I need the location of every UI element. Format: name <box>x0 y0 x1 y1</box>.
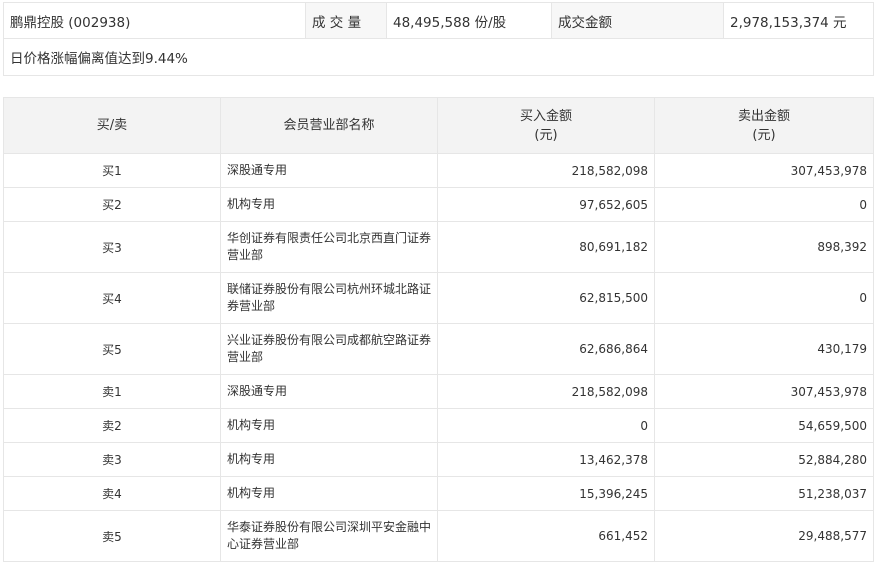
volume-value: 48,495,588 份/股 <box>386 2 552 39</box>
table-row: 买1 深股通专用 218,582,098 307,453,978 <box>3 153 874 188</box>
side-cell: 卖5 <box>3 510 221 562</box>
buy-amount-cell: 13,462,378 <box>437 442 655 477</box>
stock-name: 鹏鼎控股 (002938) <box>3 2 306 39</box>
buy-amount-cell: 15,396,245 <box>437 476 655 511</box>
table-row: 卖5 华泰证券股份有限公司深圳平安金融中心证券营业部 661,452 29,488,5… <box>3 510 874 562</box>
table-header-row: 买/卖 会员营业部名称 买入金额 (元) 卖出金额 (元) <box>3 97 874 154</box>
header-side: 买/卖 <box>3 97 221 154</box>
branch-name-cell: 机构专用 <box>220 187 438 222</box>
table-row: 卖4 机构专用 15,396,245 51,238,037 <box>3 476 874 511</box>
branch-name-cell: 华创证券有限责任公司北京西直门证券营业部 <box>220 221 438 273</box>
side-cell: 买3 <box>3 221 221 273</box>
branch-name-cell: 深股通专用 <box>220 374 438 409</box>
sell-amount-cell: 54,659,500 <box>654 408 874 443</box>
side-cell: 卖3 <box>3 442 221 477</box>
sell-amount-cell: 29,488,577 <box>654 510 874 562</box>
sell-amount-cell: 898,392 <box>654 221 874 273</box>
table-row: 买3 华创证券有限责任公司北京西直门证券营业部 80,691,182 898,392 <box>3 221 874 273</box>
header-sell-unit: (元) <box>752 127 776 143</box>
branch-name-cell: 机构专用 <box>220 476 438 511</box>
volume-label: 成 交 量 <box>305 2 387 39</box>
buy-amount-cell: 218,582,098 <box>437 153 655 188</box>
table-row: 买2 机构专用 97,652,605 0 <box>3 187 874 222</box>
buy-amount-cell: 97,652,605 <box>437 187 655 222</box>
table-body: 买1 深股通专用 218,582,098 307,453,978 买2 机构专用 97,65… <box>3 153 874 562</box>
sell-amount-cell: 307,453,978 <box>654 374 874 409</box>
reason-row: 日价格涨幅偏离值达到9.44% <box>3 38 874 76</box>
buy-amount-cell: 62,686,864 <box>437 323 655 375</box>
branch-name-cell: 联储证券股份有限公司杭州环城北路证券营业部 <box>220 272 438 324</box>
header-buy-amount: 买入金额 (元) <box>437 97 655 154</box>
buy-amount-cell: 0 <box>437 408 655 443</box>
trading-detail-table: 买/卖 会员营业部名称 买入金额 (元) 卖出金额 (元) 买1 深股通专用 218… <box>3 97 874 562</box>
branch-name-cell: 机构专用 <box>220 442 438 477</box>
sell-amount-cell: 430,179 <box>654 323 874 375</box>
sell-amount-cell: 51,238,037 <box>654 476 874 511</box>
sell-amount-cell: 307,453,978 <box>654 153 874 188</box>
table-row: 卖2 机构专用 0 54,659,500 <box>3 408 874 443</box>
side-cell: 买5 <box>3 323 221 375</box>
header-sell-label: 卖出金额 <box>737 108 790 124</box>
buy-amount-cell: 80,691,182 <box>437 221 655 273</box>
sell-amount-cell: 0 <box>654 187 874 222</box>
header-branch-name: 会员营业部名称 <box>220 97 438 154</box>
side-cell: 买4 <box>3 272 221 324</box>
header-buy-unit: (元) <box>534 127 558 143</box>
side-cell: 卖2 <box>3 408 221 443</box>
buy-amount-cell: 62,815,500 <box>437 272 655 324</box>
table-row: 卖1 深股通专用 218,582,098 307,453,978 <box>3 374 874 409</box>
listing-reason: 日价格涨幅偏离值达到9.44% <box>3 38 874 76</box>
side-cell: 卖1 <box>3 374 221 409</box>
branch-name-cell: 机构专用 <box>220 408 438 443</box>
side-cell: 买2 <box>3 187 221 222</box>
sell-amount-cell: 52,884,280 <box>654 442 874 477</box>
table-row: 买4 联储证券股份有限公司杭州环城北路证券营业部 62,815,500 0 <box>3 272 874 324</box>
amount-label: 成交金额 <box>551 2 724 39</box>
side-cell: 卖4 <box>3 476 221 511</box>
header-buy-label: 买入金额 <box>519 108 572 124</box>
branch-name-cell: 深股通专用 <box>220 153 438 188</box>
sell-amount-cell: 0 <box>654 272 874 324</box>
summary-table: 鹏鼎控股 (002938) 成 交 量 48,495,588 份/股 成交金额 … <box>3 2 874 76</box>
branch-name-cell: 华泰证券股份有限公司深圳平安金融中心证券营业部 <box>220 510 438 562</box>
table-row: 买5 兴业证券股份有限公司成都航空路证券营业部 62,686,864 430,179 <box>3 323 874 375</box>
branch-name-cell: 兴业证券股份有限公司成都航空路证券营业部 <box>220 323 438 375</box>
summary-row: 鹏鼎控股 (002938) 成 交 量 48,495,588 份/股 成交金额 … <box>3 2 874 39</box>
buy-amount-cell: 218,582,098 <box>437 374 655 409</box>
amount-value: 2,978,153,374 元 <box>723 2 874 39</box>
side-cell: 买1 <box>3 153 221 188</box>
table-row: 卖3 机构专用 13,462,378 52,884,280 <box>3 442 874 477</box>
header-sell-amount: 卖出金额 (元) <box>654 97 874 154</box>
buy-amount-cell: 661,452 <box>437 510 655 562</box>
